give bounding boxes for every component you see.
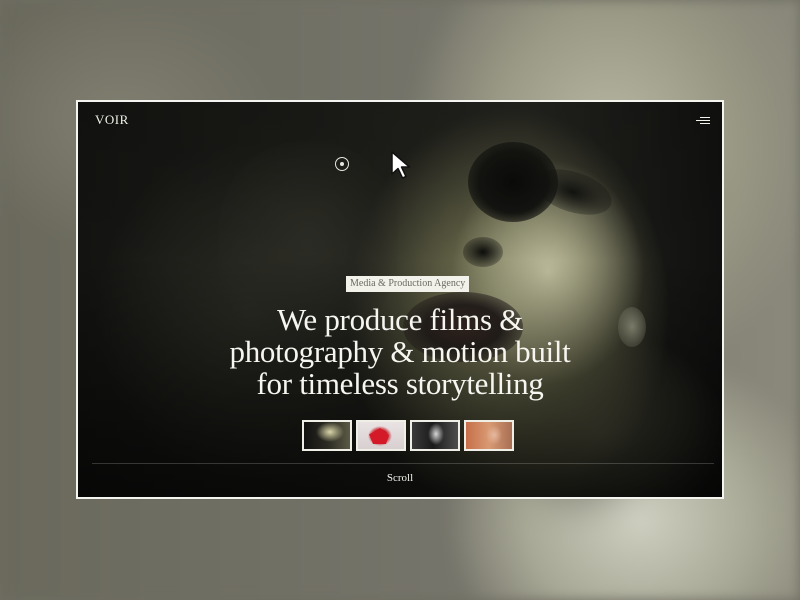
category-tag: Media & Production Agency: [346, 276, 470, 292]
headline-line: We produce films &: [276, 302, 524, 337]
thumbnail-portrait-dark[interactable]: [302, 420, 352, 451]
site-logo[interactable]: VOIR: [95, 112, 129, 128]
thumbnail-bw-woman[interactable]: [410, 420, 460, 451]
thumbnail-red-sculpture[interactable]: [356, 420, 406, 451]
scroll-indicator[interactable]: Scroll: [78, 472, 722, 484]
headline-line: for timeless storytelling: [256, 366, 544, 401]
headline-line: photography & motion built: [229, 334, 571, 369]
arrow-cursor-icon: [391, 151, 411, 179]
footer-divider: [92, 463, 714, 464]
thumbnail-warm-scene[interactable]: [464, 420, 514, 451]
thumbnail-strip: [302, 420, 514, 451]
target-circle-icon: [335, 157, 349, 171]
website-preview-frame: VOIR Media & Production Agency We produc…: [76, 100, 724, 499]
hero-headline: We produce films & photography & motion …: [78, 304, 722, 400]
hamburger-menu-icon[interactable]: [694, 114, 710, 126]
